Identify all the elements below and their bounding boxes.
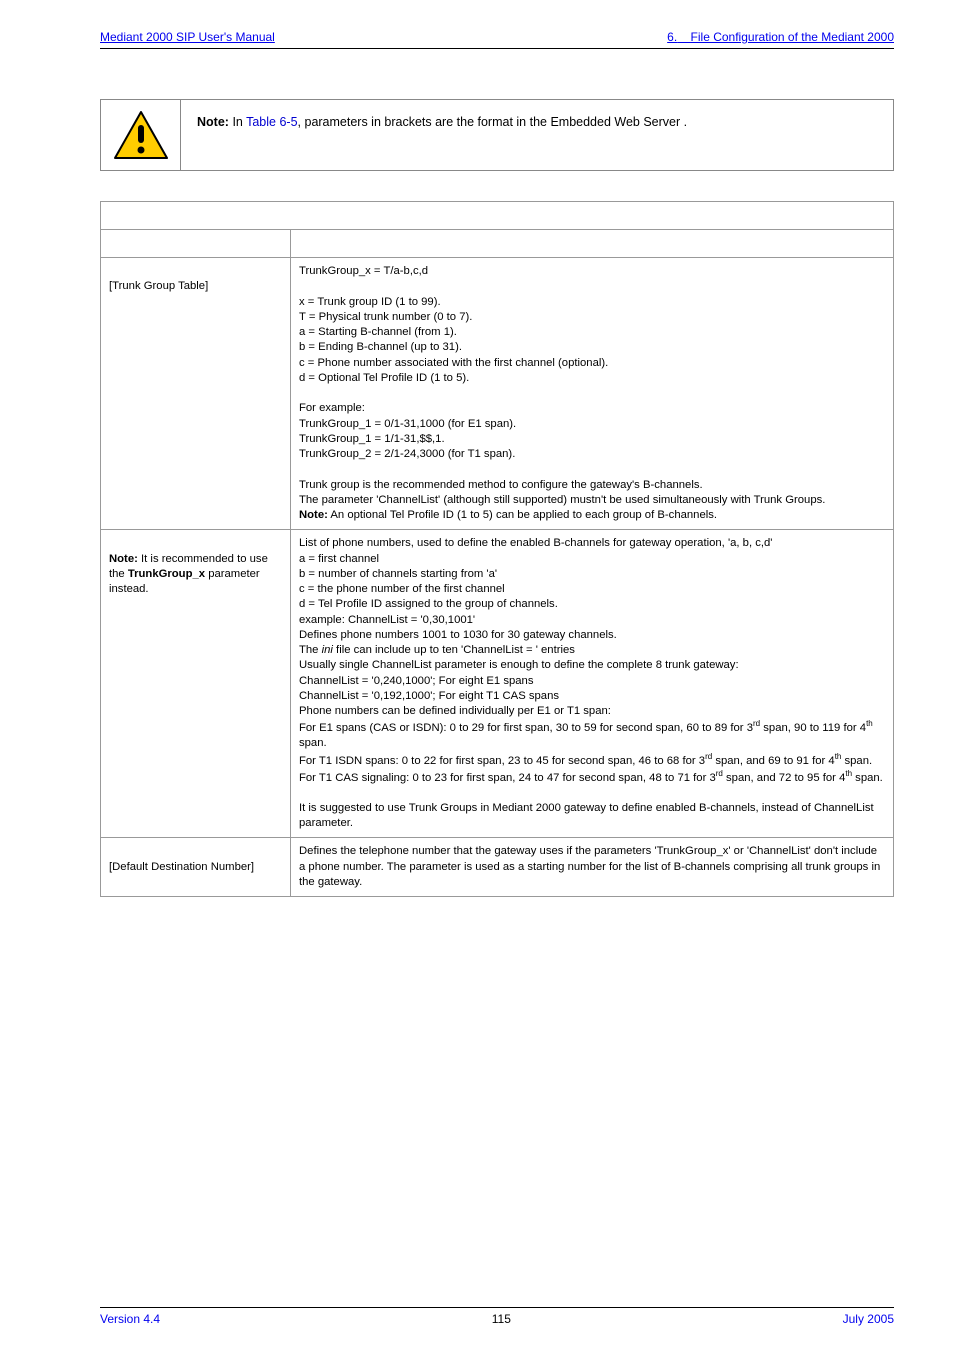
note-label: Note: [197, 115, 229, 129]
note-callout: Note: In Table 6-5, parameters in bracke… [100, 99, 894, 171]
table-title-cell [101, 202, 894, 230]
footer-page: 115 [492, 1312, 511, 1326]
footer-date: July 2005 [843, 1312, 894, 1326]
parameters-table: [Trunk Group Table] TrunkGroup_x = T/a-b… [100, 201, 894, 897]
table-row: [Default Destination Number] Defines the… [101, 838, 894, 897]
row2-col1: Note: It is recommended to use the Trunk… [101, 530, 291, 838]
warning-icon [101, 100, 181, 170]
header-section-num: 6. [667, 30, 677, 44]
row3-col2: Defines the telephone number that the ga… [291, 838, 894, 897]
note-after: , parameters in brackets are the format … [298, 115, 688, 129]
note-before: In [232, 115, 246, 129]
header-section-title: File Configuration of the Mediant 2000 [691, 30, 894, 44]
note-text: Note: In Table 6-5, parameters in bracke… [181, 100, 893, 170]
header-right[interactable]: 6. File Configuration of the Mediant 200… [667, 30, 894, 44]
row1-col2: TrunkGroup_x = T/a-b,c,d x = Trunk group… [291, 258, 894, 530]
row3-param-bracket: [Default Destination Number] [109, 861, 254, 873]
note-link[interactable]: Table 6-5 [246, 115, 297, 129]
header-left[interactable]: Mediant 2000 SIP User's Manual [100, 30, 275, 44]
page-footer: Version 4.4 115 July 2005 [100, 1307, 894, 1326]
row3-col1: [Default Destination Number] [101, 838, 291, 897]
page-header: Mediant 2000 SIP User's Manual 6. File C… [100, 0, 894, 49]
row1-col1: [Trunk Group Table] [101, 258, 291, 530]
row2-col2: List of phone numbers, used to define th… [291, 530, 894, 838]
col2-heading [291, 230, 894, 258]
table-row: [Trunk Group Table] TrunkGroup_x = T/a-b… [101, 258, 894, 530]
col1-heading [101, 230, 291, 258]
footer-version: Version 4.4 [100, 1312, 160, 1326]
table-row: Note: It is recommended to use the Trunk… [101, 530, 894, 838]
row1-param-bracket: [Trunk Group Table] [109, 280, 208, 292]
row1-note: Note: An optional Tel Profile ID (1 to 5… [299, 509, 717, 521]
